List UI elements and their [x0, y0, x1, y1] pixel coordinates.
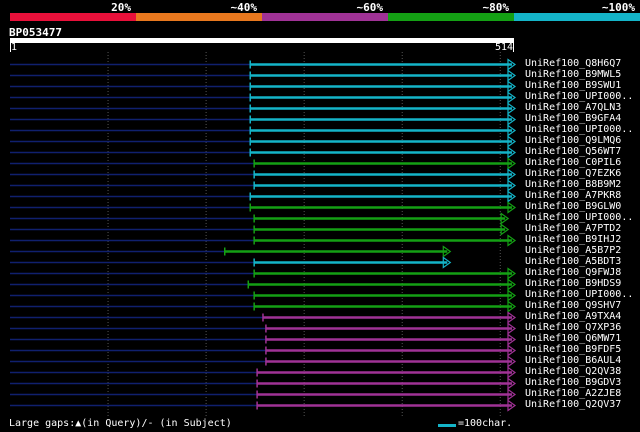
- hit-label[interactable]: UniRef100_A7PKR8: [525, 190, 621, 201]
- hit-label[interactable]: UniRef100_A2ZJE8: [525, 388, 621, 399]
- legend-label: ~80%: [482, 1, 510, 14]
- hit-label[interactable]: UniRef100_B9SWU1: [525, 80, 621, 91]
- legend-segment: [262, 13, 389, 21]
- legend-label: ~40%: [230, 1, 258, 14]
- hit-label[interactable]: UniRef100_B9FDF5: [525, 344, 621, 355]
- legend-segment: [514, 13, 640, 21]
- hit-label[interactable]: UniRef100_A7PTD2: [525, 223, 621, 234]
- query-id: BP053477: [9, 26, 62, 39]
- hit-label[interactable]: UniRef100_A5B7P2: [525, 245, 621, 256]
- hit-label[interactable]: UniRef100_Q6MW71: [525, 333, 621, 344]
- gaps-legend: Large gaps:▲(in Query)/- (in Subject): [9, 418, 232, 429]
- legend-segment: [10, 13, 137, 21]
- hit-label[interactable]: UniRef100_UPI000..: [525, 124, 633, 135]
- hit-label[interactable]: UniRef100_B9IHJ2: [525, 234, 621, 245]
- hit-label[interactable]: UniRef100_Q56WT7: [525, 146, 621, 157]
- legend-label: ~60%: [356, 1, 384, 14]
- ruler-start-label: 1: [11, 42, 18, 53]
- hit-label[interactable]: UniRef100_Q2QV38: [525, 366, 621, 377]
- hit-label[interactable]: UniRef100_UPI000..: [525, 91, 633, 102]
- scale-bar: [438, 424, 456, 427]
- hit-label[interactable]: UniRef100_B9GFA4: [525, 113, 621, 124]
- hit-label[interactable]: UniRef100_B8B9M2: [525, 179, 621, 190]
- query-bar: [10, 38, 514, 43]
- hit-label[interactable]: UniRef100_Q2QV37: [525, 399, 621, 410]
- hit-label[interactable]: UniRef100_UPI000..: [525, 212, 633, 223]
- hit-label[interactable]: UniRef100_Q9FWJ8: [525, 267, 621, 278]
- hit-label[interactable]: UniRef100_B9GLW0: [525, 201, 621, 212]
- ruler-end-label: 514: [495, 42, 514, 53]
- legend-segment: [136, 13, 263, 21]
- hit-label[interactable]: UniRef100_Q9SHV7: [525, 300, 621, 311]
- hit-label[interactable]: UniRef100_Q9LMQ6: [525, 135, 621, 146]
- hit-label[interactable]: UniRef100_Q8H6Q7: [525, 58, 621, 69]
- hit-label[interactable]: UniRef100_UPI000..: [525, 289, 633, 300]
- hit-label[interactable]: UniRef100_A5BDT3: [525, 256, 621, 267]
- hit-label[interactable]: UniRef100_B6AUL4: [525, 355, 621, 366]
- hit-label[interactable]: UniRef100_A7QLN3: [525, 102, 621, 113]
- hit-label[interactable]: UniRef100_B9MWL5: [525, 69, 621, 80]
- hit-label[interactable]: UniRef100_Q7XP36: [525, 322, 621, 333]
- legend-label: 20%: [111, 1, 131, 14]
- legend-segment: [388, 13, 515, 21]
- hit-label[interactable]: UniRef100_B9HDS9: [525, 278, 621, 289]
- scale-legend-label: =100char.: [458, 418, 513, 429]
- hit-label[interactable]: UniRef100_Q7EZK6: [525, 168, 621, 179]
- hit-label[interactable]: UniRef100_B9GDV3: [525, 377, 621, 388]
- legend-label: ~100%: [601, 1, 635, 14]
- hit-label[interactable]: UniRef100_C0PIL6: [525, 157, 621, 168]
- hit-label[interactable]: UniRef100_A9TXA4: [525, 311, 621, 322]
